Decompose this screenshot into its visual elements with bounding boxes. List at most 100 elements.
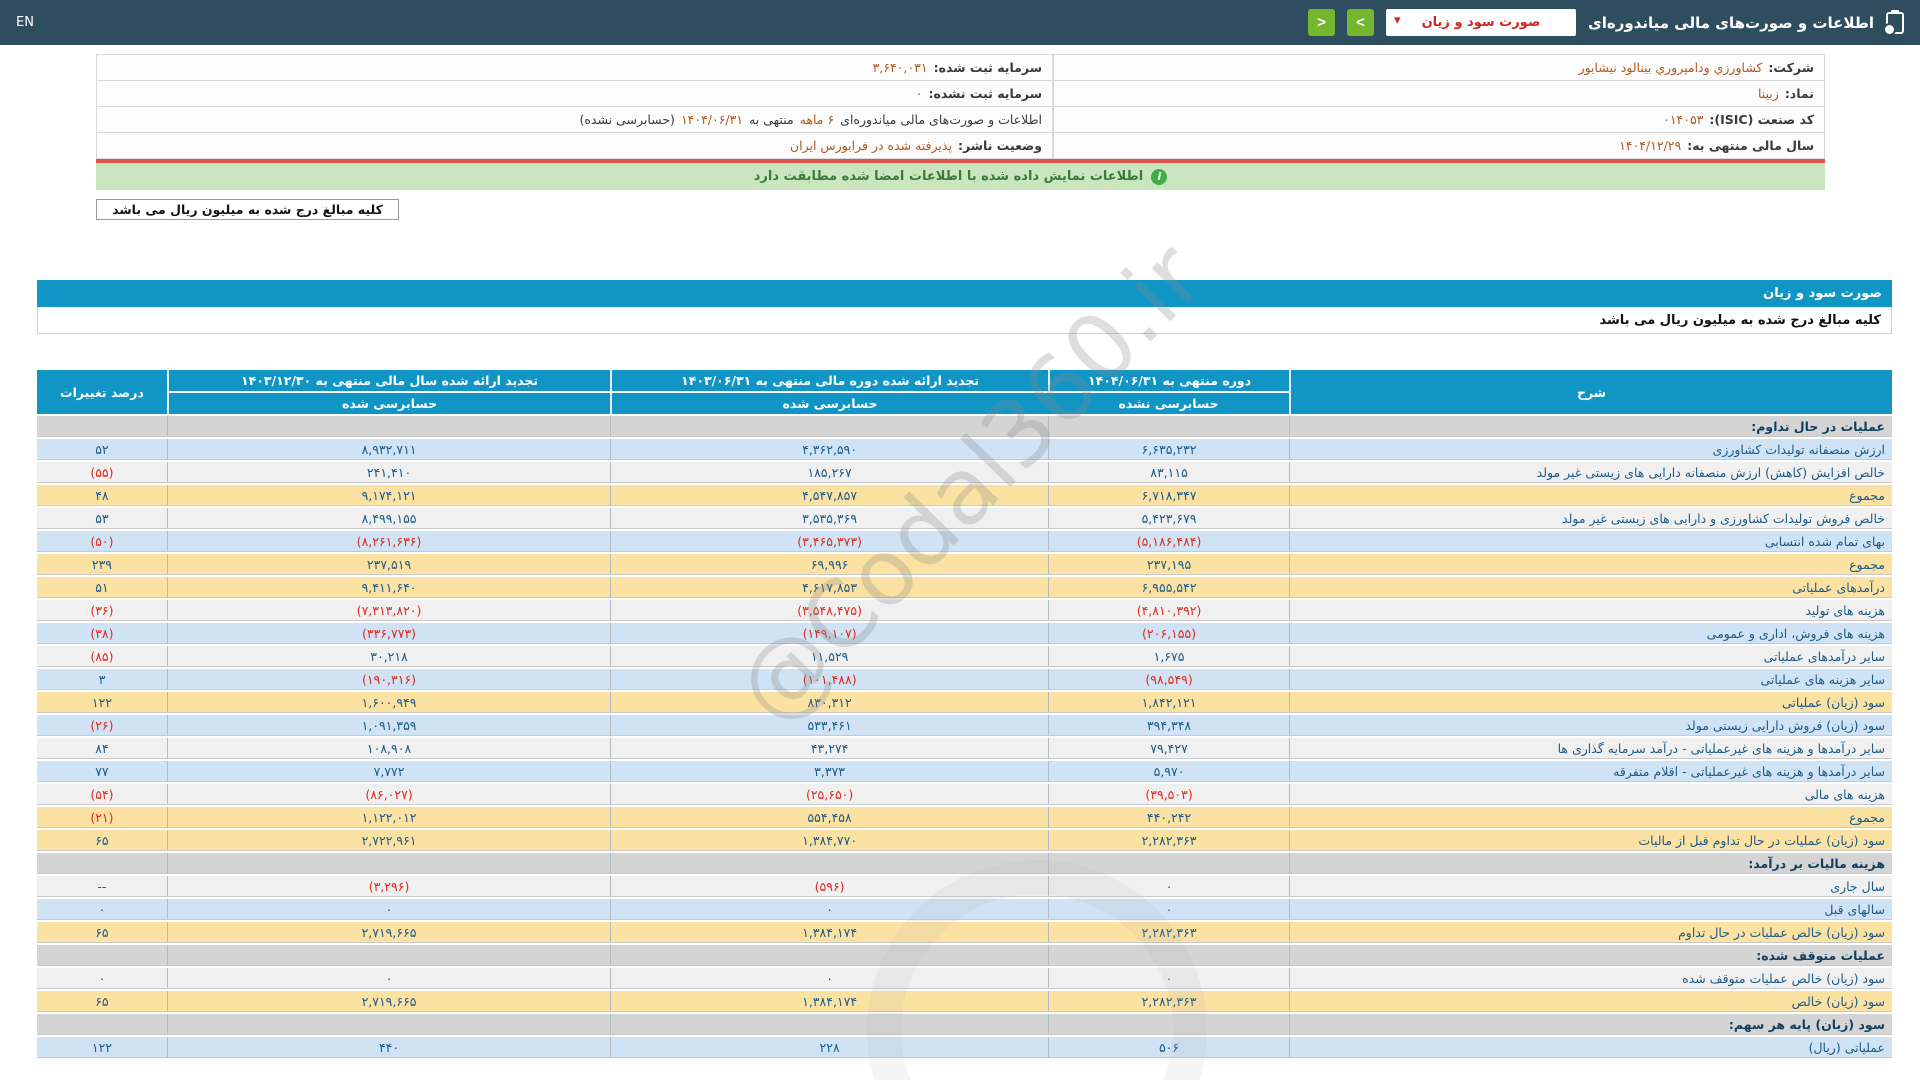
row-label: سایر درآمدهای عملیاتی bbox=[1289, 646, 1892, 667]
table-row: درآمدهای عملیاتی ۶,۹۵۵,۵۴۲ ۴,۶۱۷,۸۵۳ ۹,۴۱۱,… bbox=[37, 577, 1892, 598]
value-prior-year: ۸,۴۹۹,۱۵۵ bbox=[166, 508, 611, 529]
value-prior-year: ۱,۱۲۲,۰۱۲ bbox=[166, 807, 611, 828]
value-prior-midterm: ۱,۳۸۴,۱۷۴ bbox=[610, 991, 1048, 1012]
table-row: سالهای قبل ۰ ۰ ۰ ۰ bbox=[37, 899, 1892, 920]
table-row: سایر درآمدهای عملیاتی ۱,۶۷۵ ۱۱,۵۲۹ ۳۰,۲۱۸ (۸… bbox=[37, 646, 1892, 667]
header-prior-year: تجدید ارائه شده سال مالی منتهی به ۱۴۰۳/۱… bbox=[166, 370, 611, 391]
value-percent-change: (۳۸) bbox=[37, 623, 167, 644]
value-prior-year bbox=[166, 416, 611, 437]
table-row: بهای تمام شده انتسابی (۵,۱۸۶,۴۸۴) (۳,۴۶۵,۳… bbox=[37, 531, 1892, 552]
page-title: اطلاعات و صورت‌های مالی میاندوره‌ای bbox=[1588, 13, 1874, 32]
income-statement-table: شرح دوره منتهی به ۱۴۰۴/۰۶/۳۱ تجدید ارائه… bbox=[37, 368, 1892, 1060]
table-row: سایر هزینه های عملیاتی (۹۸,۵۴۹) (۱۰۱,۴۸۸)(… bbox=[37, 669, 1892, 690]
header-prior-midterm-audit-status: حسابرسی شده bbox=[610, 393, 1048, 414]
row-label: سود (زیان) عملیات در حال تداوم قبل از ما… bbox=[1289, 830, 1892, 851]
value-prior-year: ۰ bbox=[166, 968, 611, 989]
language-toggle-en[interactable]: EN bbox=[16, 15, 34, 30]
row-label: هزینه های تولید bbox=[1289, 600, 1892, 621]
table-row: سود (زیان) عملیاتی ۱,۸۴۲,۱۲۱ ۸۳۰,۳۱۲ ۱,۶۰۰,… bbox=[37, 692, 1892, 713]
value-percent-change: (۳۶) bbox=[37, 600, 167, 621]
value-prior-year: ۱,۰۹۱,۳۵۹ bbox=[166, 715, 611, 736]
isic-row: کد صنعت (ISIC): ۰۱۴۰۵۳ bbox=[1053, 106, 1825, 133]
value-current-period: ۲۳۷,۱۹۵ bbox=[1047, 554, 1290, 575]
symbol-row: نماد: زبينا bbox=[1053, 80, 1825, 107]
value-current-period: ۵,۴۲۳,۶۷۹ bbox=[1047, 508, 1290, 529]
value-prior-year: ۱,۶۰۰,۹۴۹ bbox=[166, 692, 611, 713]
row-label: سود (زیان) خالص bbox=[1289, 991, 1892, 1012]
value-prior-year: ۰ bbox=[166, 899, 611, 920]
value-percent-change: (۵۴) bbox=[37, 784, 167, 805]
clipboard-icon bbox=[1883, 9, 1904, 36]
section-row: عملیات در حال تداوم: bbox=[37, 416, 1892, 437]
value-current-period: ۶,۹۵۵,۵۴۲ bbox=[1047, 577, 1290, 598]
company-name-row: شرکت: کشاورزي ودامپروري بينالود نيشابور bbox=[1053, 54, 1825, 81]
value-current-period bbox=[1047, 945, 1290, 966]
value-prior-midterm: ۴,۵۴۷,۸۵۷ bbox=[610, 485, 1048, 506]
value-prior-year: ۹,۴۱۱,۶۴۰ bbox=[166, 577, 611, 598]
value-current-period: ۱,۶۷۵ bbox=[1047, 646, 1290, 667]
value-percent-change: (۵۰) bbox=[37, 531, 167, 552]
value-current-period: ۵,۹۷۰ bbox=[1047, 761, 1290, 782]
row-label: درآمدهای عملیاتی bbox=[1289, 577, 1892, 598]
value-prior-midterm: ۱۸۵,۲۶۷ bbox=[610, 462, 1048, 483]
unregistered-capital-label: سرمایه ثبت نشده: bbox=[928, 86, 1042, 101]
table-row: سود (زیان) خالص ۲,۲۸۲,۳۶۳ ۱,۳۸۴,۱۷۴ ۲,۷۱۹,۶… bbox=[37, 991, 1892, 1012]
row-label: سایر درآمدها و هزینه های غیرعملیاتی - در… bbox=[1289, 738, 1892, 759]
table-row: سایر درآمدها و هزینه های غیرعملیاتی - اق… bbox=[37, 761, 1892, 782]
signature-match-text: اطلاعات نمایش داده شده با اطلاعات امضا ش… bbox=[753, 169, 1144, 184]
value-prior-midterm: ۱۱,۵۲۹ bbox=[610, 646, 1048, 667]
table-header: شرح دوره منتهی به ۱۴۰۴/۰۶/۳۱ تجدید ارائه… bbox=[37, 370, 1892, 414]
value-prior-midterm: ۳,۵۳۵,۳۶۹ bbox=[610, 508, 1048, 529]
row-label: سایر هزینه های عملیاتی bbox=[1289, 669, 1892, 690]
table-row: مجموع ۲۳۷,۱۹۵ ۶۹,۹۹۶ ۲۳۷,۵۱۹ ۲۳۹ bbox=[37, 554, 1892, 575]
value-percent-change: ۰ bbox=[37, 899, 167, 920]
section-row: هزینه مالیات بر درآمد: bbox=[37, 853, 1892, 874]
value-percent-change: ۵۱ bbox=[37, 577, 167, 598]
registered-capital-row: سرمایه ثبت شده: ۳,۶۴۰,۰۳۱ bbox=[96, 54, 1053, 81]
value-current-period: ۲,۲۸۲,۳۶۳ bbox=[1047, 830, 1290, 851]
fiscal-year-value: ۱۴۰۴/۱۲/۲۹ bbox=[1619, 138, 1682, 153]
row-label: هزینه های مالی bbox=[1289, 784, 1892, 805]
unregistered-capital-value: ۰ bbox=[915, 86, 923, 101]
units-note-box: کلیه مبالغ درج شده به میلیون ریال می باش… bbox=[96, 199, 399, 220]
next-statement-button[interactable]: > bbox=[1347, 9, 1375, 36]
value-current-period: (۲۰۶,۱۵۵) bbox=[1047, 623, 1290, 644]
value-percent-change: -- bbox=[37, 876, 167, 897]
page-title-group: اطلاعات و صورت‌های مالی میاندوره‌ای bbox=[1588, 9, 1904, 36]
symbol-value: زبينا bbox=[1757, 86, 1779, 101]
value-percent-change: ۸۴ bbox=[37, 738, 167, 759]
prev-statement-button[interactable]: < bbox=[1308, 9, 1336, 36]
row-label: بهای تمام شده انتسابی bbox=[1289, 531, 1892, 552]
value-current-period: (۵,۱۸۶,۴۸۴) bbox=[1047, 531, 1290, 552]
value-prior-year: ۴۴۰ bbox=[166, 1037, 611, 1058]
value-percent-change: (۸۵) bbox=[37, 646, 167, 667]
header-prior-midterm: تجدید ارائه شده دوره مالی منتهی به ۱۴۰۳/… bbox=[610, 370, 1048, 391]
value-prior-midterm: ۴,۶۱۷,۸۵۳ bbox=[610, 577, 1048, 598]
statement-table-body: عملیات در حال تداوم: ارزش منصفانه تولیدات… bbox=[37, 416, 1892, 1058]
row-label: عملیات در حال تداوم: bbox=[1289, 416, 1892, 437]
row-label: مجموع bbox=[1289, 485, 1892, 506]
value-prior-year: ۷,۷۷۲ bbox=[166, 761, 611, 782]
value-prior-year: (۸۶,۰۲۷) bbox=[166, 784, 611, 805]
value-prior-year: ۲۴۱,۴۱۰ bbox=[166, 462, 611, 483]
value-prior-year bbox=[166, 1014, 611, 1035]
value-prior-midterm: ۴۳,۲۷۴ bbox=[610, 738, 1048, 759]
value-percent-change: ۶۵ bbox=[37, 830, 167, 851]
value-prior-year: ۲۳۷,۵۱۹ bbox=[166, 554, 611, 575]
company-value: کشاورزي ودامپروري بينالود نيشابور bbox=[1578, 60, 1763, 75]
value-current-period: ۸۳,۱۱۵ bbox=[1047, 462, 1290, 483]
value-prior-year: ۱۰۸,۹۰۸ bbox=[166, 738, 611, 759]
table-row: هزینه های فروش، اداری و عمومی (۲۰۶,۱۵۵) (۱… bbox=[37, 623, 1892, 644]
table-row: سود (زیان) خالص عملیات در حال تداوم ۲,۲۸۲… bbox=[37, 922, 1892, 943]
value-current-period: ۵۰۶ bbox=[1047, 1037, 1290, 1058]
value-percent-change bbox=[37, 416, 167, 437]
row-label: خالص افزایش (کاهش) ارزش منصفانه دارایی ه… bbox=[1289, 462, 1892, 483]
table-row: سایر درآمدها و هزینه های غیرعملیاتی - در… bbox=[37, 738, 1892, 759]
statement-type-dropdown[interactable]: ▾ صورت سود و زیان bbox=[1386, 9, 1577, 36]
statement-title-bar: صورت سود و زیان bbox=[37, 280, 1892, 307]
row-label: سال جاری bbox=[1289, 876, 1892, 897]
row-label: عملیات متوقف شده: bbox=[1289, 945, 1892, 966]
row-label: سود (زیان) خالص عملیات متوقف شده bbox=[1289, 968, 1892, 989]
row-label: سود (زیان) فروش دارایی زیستی مولد bbox=[1289, 715, 1892, 736]
value-current-period bbox=[1047, 1014, 1290, 1035]
